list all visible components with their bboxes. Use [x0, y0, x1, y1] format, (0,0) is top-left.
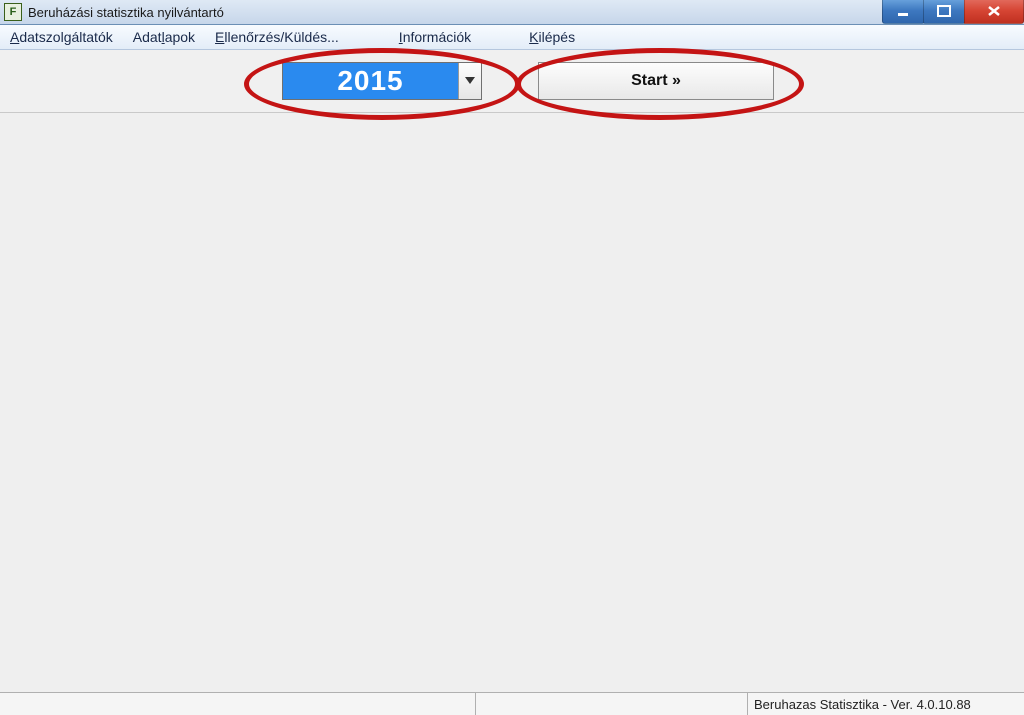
close-button[interactable]	[964, 0, 1024, 24]
maximize-icon	[937, 5, 951, 17]
menu-ellenorzes-kuldes[interactable]: Ellenőrzés/Küldés...	[205, 26, 349, 48]
window-title: Beruházási statisztika nyilvántartó	[28, 5, 224, 20]
main-content	[0, 113, 1024, 692]
year-dropdown-arrow[interactable]	[458, 63, 481, 99]
statusbar: Beruhazas Statisztika - Ver. 4.0.10.88	[0, 692, 1024, 715]
toolbar: 2015 Start »	[0, 50, 1024, 113]
menu-kilepes[interactable]: Kilépés	[519, 26, 585, 48]
close-icon	[986, 4, 1002, 18]
chevron-down-icon	[465, 77, 475, 85]
menu-adatszolgaltatok[interactable]: Adatszolgáltatók	[0, 26, 123, 48]
start-button[interactable]: Start »	[538, 62, 774, 100]
status-pane-1	[0, 693, 476, 715]
status-version: Beruhazas Statisztika - Ver. 4.0.10.88	[748, 697, 1024, 712]
status-pane-2	[476, 693, 748, 715]
minimize-button[interactable]	[882, 0, 924, 24]
minimize-icon	[896, 5, 910, 17]
year-dropdown[interactable]: 2015	[282, 62, 482, 100]
year-value: 2015	[283, 63, 458, 99]
maximize-button[interactable]	[923, 0, 965, 24]
menubar: Adatszolgáltatók Adatlapok Ellenőrzés/Kü…	[0, 25, 1024, 50]
app-icon: F	[4, 3, 22, 21]
menu-informaciok[interactable]: Információk	[389, 26, 481, 48]
app-icon-letter: F	[10, 6, 17, 18]
app-window: F Beruházási statisztika nyilvántartó	[0, 0, 1024, 715]
menu-adatlapok[interactable]: Adatlapok	[123, 26, 205, 48]
start-button-label: Start »	[631, 72, 681, 90]
window-controls	[883, 0, 1024, 24]
titlebar: F Beruházási statisztika nyilvántartó	[0, 0, 1024, 25]
